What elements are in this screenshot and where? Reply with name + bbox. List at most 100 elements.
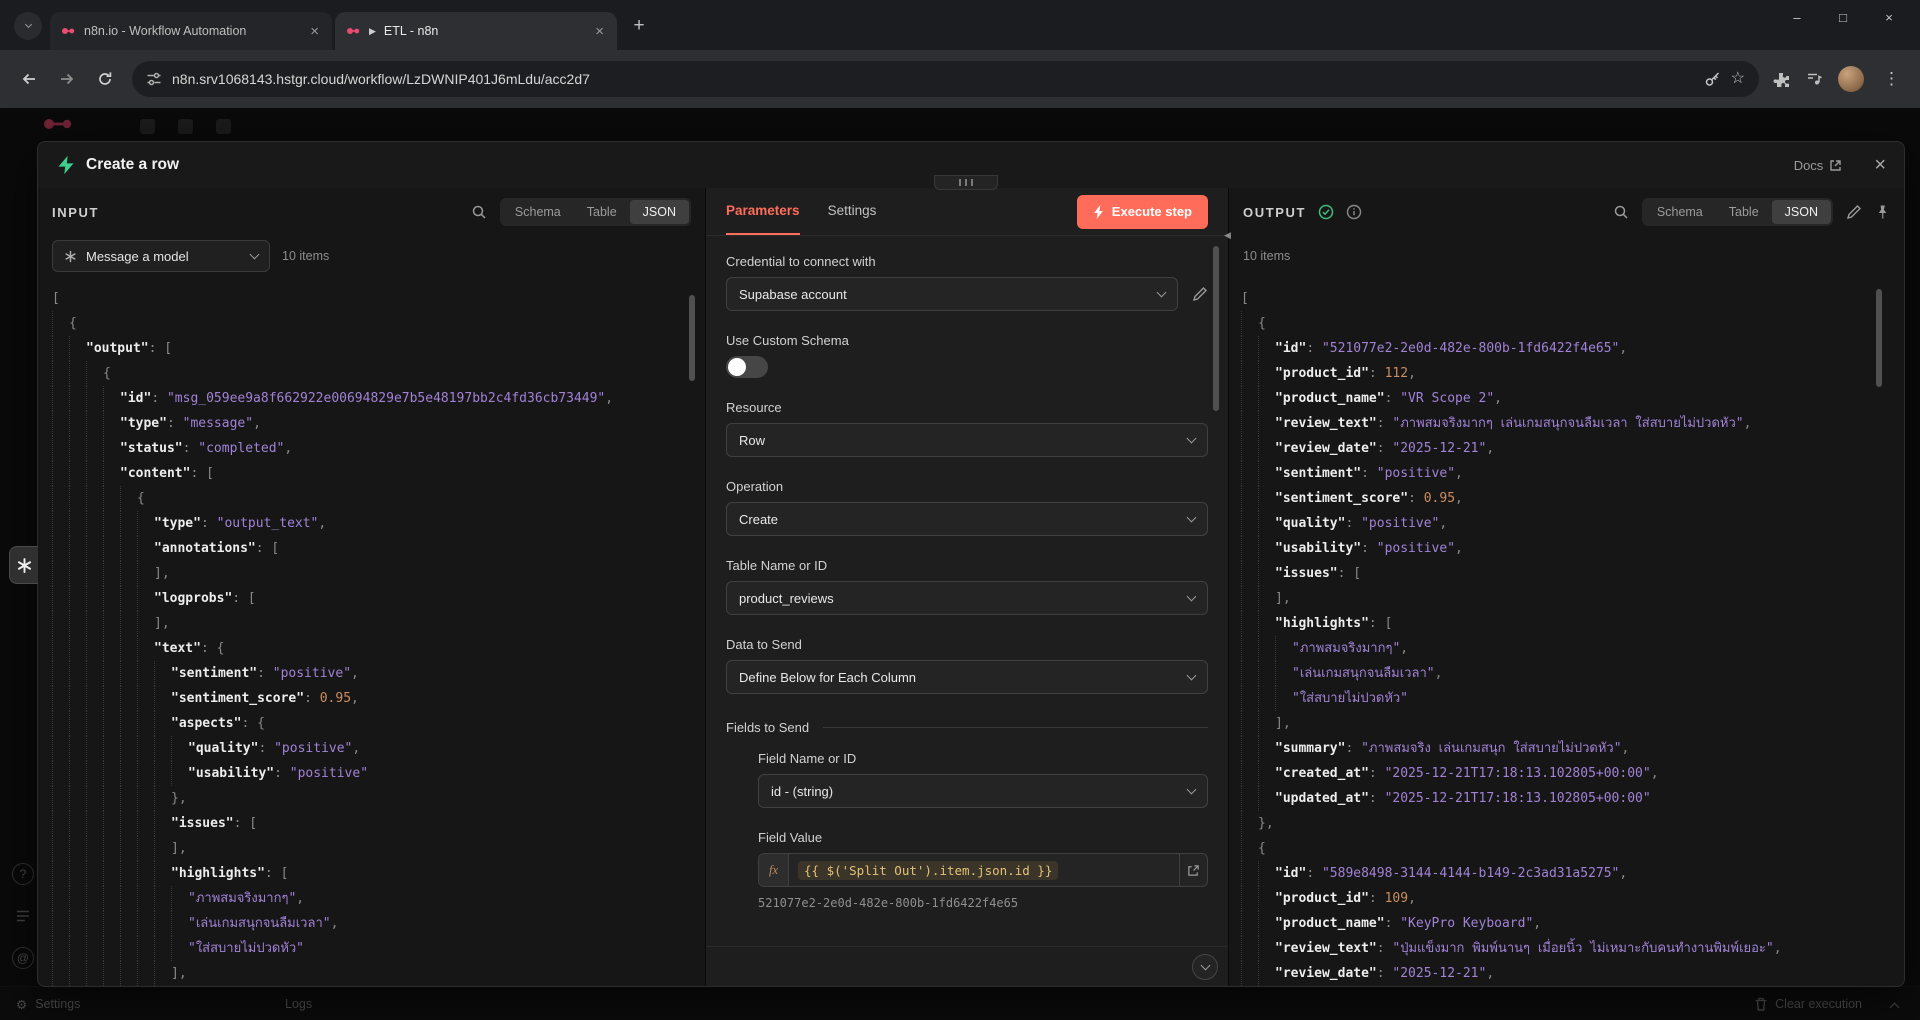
json-line: "product_id": 109, (1241, 886, 1896, 911)
expand-logs-icon[interactable] (1890, 1003, 1900, 1013)
edit-credential-pencil-icon[interactable] (1192, 286, 1208, 302)
fields-to-send-section: Fields to Send (726, 720, 1208, 735)
field-group: Field Name or ID id - (string) Field Val… (758, 751, 1208, 910)
json-line: "review_text": "ปุ่มแข็งมาก พิมพ์นานๆ เม… (1241, 936, 1896, 961)
tab-schema[interactable]: Schema (502, 200, 574, 224)
output-scrollbar[interactable] (1876, 289, 1882, 387)
json-line: "content": [ (52, 461, 697, 486)
operation-select[interactable]: Create (726, 502, 1208, 536)
url-text: n8n.srv1068143.hstgr.cloud/workflow/LzDW… (172, 71, 1694, 87)
input-node-chip[interactable] (9, 546, 39, 584)
logs-rail-icon[interactable] (12, 905, 34, 927)
json-line: "text": { (52, 636, 697, 661)
input-panel: INPUT Schema Table JSON Message a model (38, 188, 705, 986)
docs-link[interactable]: Docs (1794, 158, 1843, 173)
panel-drag-handle[interactable] (934, 175, 998, 190)
input-json-view[interactable]: [{"output": [{"id": "msg_059ee9a8f662922… (38, 276, 705, 986)
status-bar: ⚙ Settings Logs Clear execution (0, 986, 1920, 1020)
json-line: "summary": "ภาพสมจริง เล่นเกมสนุก ใส่สบา… (1241, 736, 1896, 761)
tab-close-icon[interactable]: × (592, 23, 607, 40)
browser-menu-icon[interactable]: ⋮ (1879, 69, 1904, 89)
json-line: "highlights": [ (52, 861, 697, 886)
chevron-down-icon (24, 21, 31, 28)
open-expression-editor-icon[interactable] (1179, 854, 1207, 886)
json-line: "aspects": { (52, 711, 697, 736)
credential-select[interactable]: Supabase account (726, 277, 1178, 311)
chevron-down-icon (1187, 513, 1197, 523)
json-line: "updated_at": "2025-12-21T17:18:13.10280… (1241, 786, 1896, 811)
tab-settings[interactable]: Settings (828, 188, 877, 235)
success-check-icon (1318, 204, 1334, 220)
execute-step-label: Execute step (1112, 204, 1192, 219)
back-icon (20, 70, 38, 88)
sidebar-toggle-icon[interactable] (140, 119, 155, 134)
custom-schema-toggle[interactable] (726, 356, 768, 378)
json-line: "logprobs": [ (52, 586, 697, 611)
input-scrollbar[interactable] (689, 295, 695, 381)
json-line: "product_id": 112, (1241, 361, 1896, 386)
collapse-output-icon[interactable]: ◀ (1224, 230, 1231, 241)
logs-panel-toggle[interactable]: Logs (285, 987, 312, 1020)
extensions-puzzle-icon[interactable] (1773, 71, 1790, 88)
input-source-select[interactable]: Message a model (52, 240, 270, 272)
json-line: "product_name": "VR Scope 2", (1241, 386, 1896, 411)
resource-label: Resource (726, 400, 1208, 415)
back-button[interactable] (12, 62, 46, 96)
input-panel-header: INPUT Schema Table JSON (38, 188, 705, 236)
password-key-icon[interactable] (1704, 71, 1721, 88)
execute-step-button[interactable]: Execute step (1077, 195, 1208, 229)
search-icon[interactable] (1613, 204, 1629, 220)
canvas-tool-icon[interactable] (216, 119, 231, 134)
profile-avatar[interactable] (1838, 66, 1864, 92)
browser-tab-2[interactable]: ▶ ETL - n8n × (335, 12, 617, 50)
json-line: ], (1241, 586, 1896, 611)
bookmark-star-icon[interactable]: ☆ (1731, 71, 1745, 87)
tab-json[interactable]: JSON (1772, 200, 1831, 224)
field-name-select[interactable]: id - (string) (758, 774, 1208, 808)
resource-select[interactable]: Row (726, 423, 1208, 457)
address-bar[interactable]: n8n.srv1068143.hstgr.cloud/workflow/LzDW… (132, 61, 1759, 97)
tab-table[interactable]: Table (574, 200, 630, 224)
window-close-button[interactable]: × (1866, 0, 1912, 34)
json-line: }, (1241, 811, 1896, 836)
add-node-icon[interactable] (178, 119, 193, 134)
tab-schema[interactable]: Schema (1644, 200, 1716, 224)
parameters-scrollbar[interactable] (1213, 246, 1219, 411)
search-icon[interactable] (471, 204, 487, 220)
fx-expression-icon[interactable]: fx (759, 854, 789, 886)
tab-close-icon[interactable]: × (307, 23, 322, 40)
window-minimize-button[interactable]: – (1774, 0, 1820, 34)
new-tab-button[interactable]: + (625, 12, 653, 40)
mentions-button[interactable]: @ (12, 947, 34, 969)
media-controls-icon[interactable] (1805, 70, 1823, 88)
pin-data-icon[interactable] (1875, 204, 1890, 220)
help-button[interactable]: ? (12, 863, 34, 885)
scroll-down-button[interactable] (1192, 954, 1218, 980)
reload-button[interactable] (88, 62, 122, 96)
modal-body: INPUT Schema Table JSON Message a model (38, 188, 1904, 986)
custom-schema-label: Use Custom Schema (726, 333, 1208, 348)
browser-tab-1[interactable]: n8n.io - Workflow Automation × (50, 12, 332, 50)
modal-close-icon[interactable]: × (1874, 155, 1886, 175)
tab-json[interactable]: JSON (630, 200, 689, 224)
field-value-expression-input[interactable]: fx {{ $('Split Out').item.json.id }} (758, 853, 1208, 887)
edit-output-pencil-icon[interactable] (1846, 204, 1862, 220)
forward-button[interactable] (50, 62, 84, 96)
data-to-send-select[interactable]: Define Below for Each Column (726, 660, 1208, 694)
data-to-send-value: Define Below for Each Column (739, 670, 916, 685)
json-line: "usability": "positive" (52, 761, 697, 786)
table-name-select[interactable]: product_reviews (726, 581, 1208, 615)
tab-table[interactable]: Table (1716, 200, 1772, 224)
json-line: "quality": "positive", (1241, 511, 1896, 536)
tab-parameters[interactable]: Parameters (726, 188, 800, 235)
clear-execution-button[interactable]: Clear execution (1754, 987, 1862, 1020)
tab-search-button[interactable] (14, 12, 42, 40)
tab-title: ETL - n8n (384, 24, 584, 38)
field-value-label: Field Value (758, 830, 1208, 845)
info-icon[interactable] (1346, 204, 1362, 220)
output-json-view[interactable]: [{"id": "521077e2-2e0d-482e-800b-1fd6422… (1229, 274, 1904, 986)
json-line: ], (52, 611, 697, 636)
settings-button[interactable]: ⚙ Settings (16, 987, 80, 1020)
json-line: "highlights": [ (1241, 611, 1896, 636)
window-maximize-button[interactable]: □ (1820, 0, 1866, 34)
